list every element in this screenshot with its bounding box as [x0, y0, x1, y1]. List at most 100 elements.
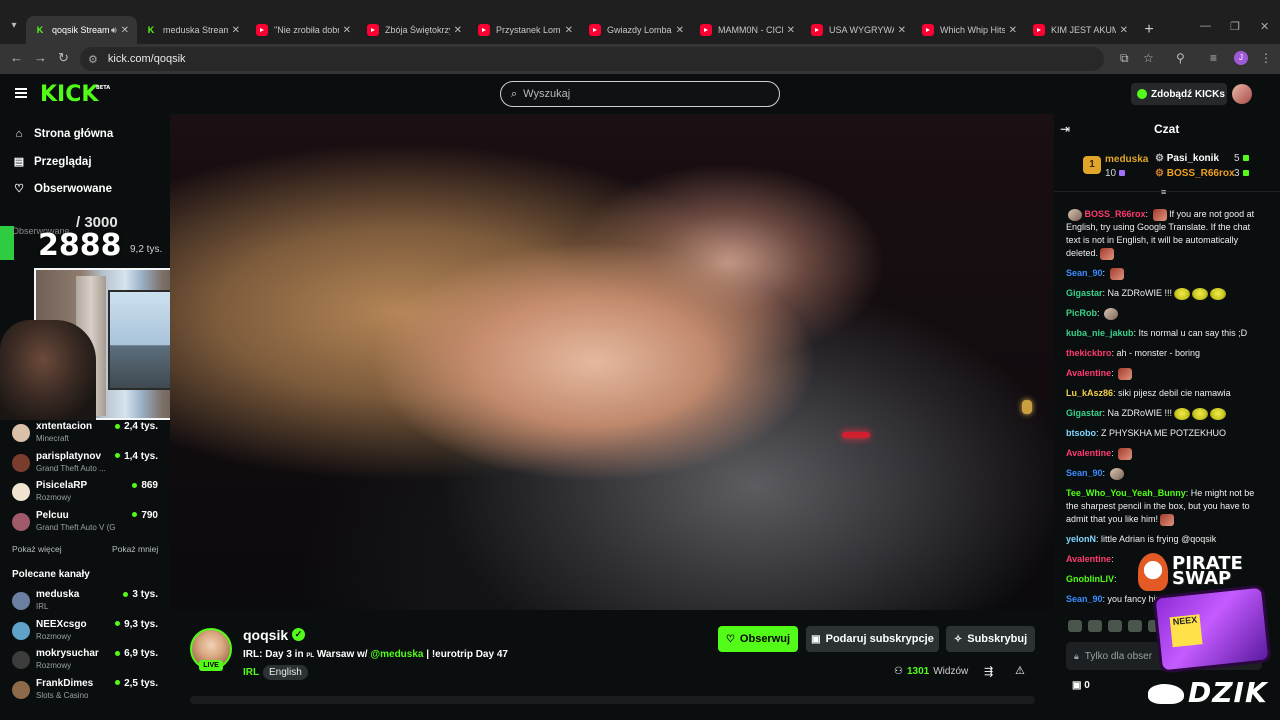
show-more-link[interactable]: Pokaż więcej [12, 544, 62, 554]
title-mention[interactable]: @meduska [370, 649, 423, 660]
gift-subs-button[interactable]: ▣ Podaruj subskrypcje [806, 626, 939, 652]
browser-menu-icon[interactable]: ⋮ [1260, 51, 1272, 65]
extensions-icon[interactable]: ⚲ [1176, 51, 1185, 65]
sidebar-item-following[interactable]: ♡ Obserwowane [12, 182, 112, 196]
back-icon[interactable]: ← [10, 50, 23, 65]
emote-icon[interactable] [1128, 620, 1142, 632]
chat-username[interactable]: btsobo [1066, 428, 1096, 438]
tab-search-chevron-icon[interactable]: ▾ [6, 20, 22, 36]
close-tab-icon[interactable]: ✕ [343, 25, 351, 36]
close-tab-icon[interactable]: ✕ [1120, 25, 1128, 36]
chat-username[interactable]: kuba_nie_jakub [1066, 328, 1134, 338]
close-tab-icon[interactable]: ✕ [787, 25, 795, 36]
pinned-expand-icon[interactable]: ≡ [1161, 187, 1166, 197]
kicks-balance[interactable]: ▣ 0 [1072, 680, 1090, 691]
sidebar-channel[interactable]: parisplatynov Grand Theft Auto ... 1,4 tys… [12, 451, 162, 477]
close-tab-icon[interactable]: ✕ [1009, 25, 1017, 36]
language-tag[interactable]: English [263, 665, 308, 680]
chat-username[interactable]: thekickbro [1066, 348, 1112, 358]
bookmark-star-icon[interactable]: ☆ [1143, 51, 1154, 65]
maximize-icon[interactable]: ❐ [1230, 20, 1240, 33]
tab-audio-icon[interactable]: 🔊︎ [111, 25, 117, 36]
address-bar[interactable]: ⚙ kick.com/qoqsik [80, 47, 1104, 71]
sidebar-channel[interactable]: mokrysuchar Rozmowy 6,9 tys. [12, 648, 162, 674]
pirate-swap-logo [1138, 553, 1168, 591]
lock-icon: 🔒︎ [1074, 650, 1079, 661]
chat-username[interactable]: Sean_90 [1066, 468, 1103, 478]
browser-tab[interactable]: KIM JEST AKUMU ✕ [1025, 16, 1136, 44]
browser-tab[interactable]: "Nie zrobiła dobrz ✕ [248, 16, 359, 44]
emote-icon[interactable] [1108, 620, 1122, 632]
close-window-icon[interactable]: ✕ [1260, 20, 1269, 33]
chat-username[interactable]: Gigastar [1066, 288, 1103, 298]
browser-tab[interactable]: Which Whip Hits ✕ [914, 16, 1025, 44]
collapse-chat-icon[interactable]: ⇥ [1060, 122, 1070, 136]
stream-title: IRL: Day 3 in PL Warsaw w/ @meduska | !e… [243, 649, 508, 660]
chat-username[interactable]: BOSS_R66rox [1085, 209, 1146, 219]
minimize-icon[interactable]: — [1200, 20, 1211, 32]
close-tab-icon[interactable]: ✕ [898, 25, 906, 36]
category-link[interactable]: IRL [243, 667, 259, 678]
channel-name[interactable]: qoqsik [243, 627, 288, 643]
emote-icon[interactable] [1088, 620, 1102, 632]
close-tab-icon[interactable]: ✕ [565, 25, 573, 36]
browser-tab[interactable]: USA WYGRYWA C ✕ [803, 16, 914, 44]
chat-username[interactable]: Avalentine [1066, 448, 1111, 458]
chat-message: Avalentine: [1066, 447, 1260, 460]
close-tab-icon[interactable]: ✕ [121, 25, 129, 36]
get-kicks-button[interactable]: Zdobądź KICKs [1131, 83, 1227, 105]
sidebar-channel[interactable]: FrankDimes Slots & Casino 2,5 tys. [12, 678, 162, 704]
profile-avatar[interactable]: J [1234, 51, 1248, 65]
show-less-link[interactable]: Pokaż mniej [112, 544, 158, 554]
chat-username[interactable]: Sean_90 [1066, 268, 1103, 278]
leaderboard-name[interactable]: ⚙ BOSS_R66rox [1155, 168, 1235, 179]
browser-tab[interactable]: Kqoqsik Stream 🔊︎ ✕ [26, 16, 137, 44]
sidebar-channel[interactable]: NEEXcsgo Rozmowy 9,3 tys. [12, 619, 162, 645]
chat-username[interactable]: Gigastar [1066, 408, 1103, 418]
sidebar-channel[interactable]: meduska IRL 3 tys. [12, 589, 162, 615]
chat-username[interactable]: Avalentine [1066, 554, 1111, 564]
chat-username[interactable]: Sean_90 [1066, 594, 1103, 604]
chat-username[interactable]: GnoblinLIV [1066, 574, 1114, 584]
chat-username[interactable]: Lu_kAsz86 [1066, 388, 1113, 398]
emote-icon[interactable] [1068, 620, 1082, 632]
chat-username[interactable]: Avalentine [1066, 368, 1111, 378]
translate-icon[interactable]: ⧉ [1120, 51, 1129, 66]
search-input[interactable]: ⌕ Wyszukaj [500, 81, 780, 107]
close-tab-icon[interactable]: ✕ [454, 25, 462, 36]
share-icon[interactable]: ⇶ [984, 665, 993, 678]
name-text: BOSS_R66rox [1166, 168, 1235, 179]
browser-tab[interactable]: Przystanek Lomba ✕ [470, 16, 581, 44]
browser-tab[interactable]: Zbója Świętokrzy ✕ [359, 16, 470, 44]
browser-tab[interactable]: Kmeduska Stream ✕ [137, 16, 248, 44]
subscribe-button[interactable]: ✧ Subskrybuj [946, 626, 1035, 652]
chat-username[interactable]: yelonN [1066, 534, 1096, 544]
leaderboard-name[interactable]: ⚙ Pasi_konik [1155, 153, 1219, 164]
menu-hamburger-icon[interactable] [15, 88, 27, 98]
browser-tab[interactable]: MAMM0N - CICH ✕ [692, 16, 803, 44]
chat-username[interactable]: Tee_Who_You_Yeah_Bunny [1066, 488, 1186, 498]
forward-icon[interactable]: → [34, 50, 47, 65]
new-tab-button[interactable]: + [1136, 16, 1162, 44]
reload-icon[interactable]: ↻ [58, 50, 69, 66]
chat-username[interactable]: PicRob [1066, 308, 1097, 318]
sidebar-item-browse[interactable]: ▤ Przeglądaj [12, 155, 92, 169]
boar-logo-icon [1148, 684, 1184, 704]
sidebar-channel[interactable]: PisicelaRP Rozmowy 869 [12, 480, 162, 506]
follow-button[interactable]: ♡ Obserwuj [718, 626, 798, 652]
close-tab-icon[interactable]: ✕ [232, 25, 240, 36]
sidebar-item-label: Strona główna [34, 128, 114, 140]
media-control-icon[interactable]: ≡ [1210, 51, 1217, 65]
sidebar-item-home[interactable]: ⌂ Strona główna [12, 128, 114, 140]
leaderboard-name[interactable]: meduska [1105, 154, 1148, 165]
site-info-icon[interactable]: ⚙ [88, 53, 98, 66]
close-tab-icon[interactable]: ✕ [676, 25, 684, 36]
sidebar-channel[interactable]: Pelcuu Grand Theft Auto V (G... 790 [12, 510, 162, 536]
video-player[interactable] [170, 114, 1054, 610]
kick-logo[interactable]: KICK BETA [40, 82, 110, 107]
sidebar-channel[interactable]: xntentacion Minecraft 2,4 tys. [12, 421, 162, 447]
user-avatar[interactable] [1232, 84, 1252, 104]
report-icon[interactable]: ⚠ [1015, 664, 1025, 677]
channel-viewers: 1,4 tys. [115, 451, 158, 462]
browser-tab[interactable]: Gwiazdy Lombarc ✕ [581, 16, 692, 44]
